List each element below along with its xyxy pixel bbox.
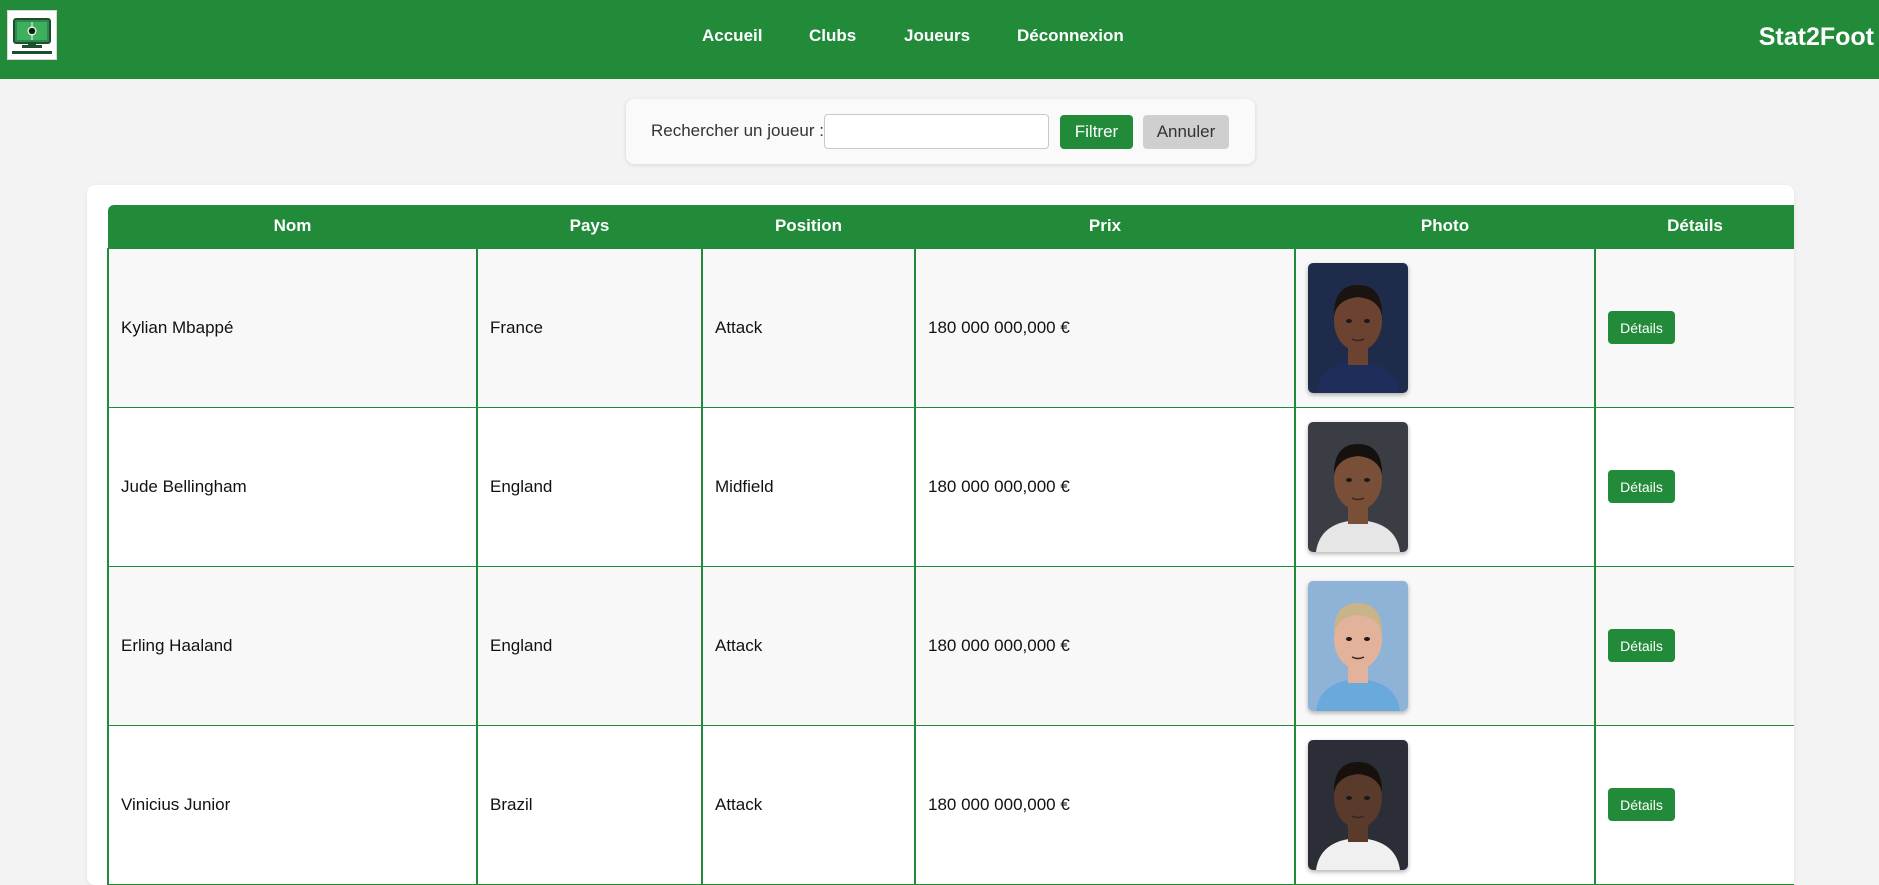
column-header-prix: Prix <box>915 205 1295 248</box>
player-country: Brazil <box>476 724 703 885</box>
main-nav: Accueil Clubs Joueurs Déconnexion <box>0 0 1879 72</box>
column-header-position: Position <box>702 205 915 248</box>
column-header-nom: Nom <box>108 205 477 248</box>
search-input[interactable] <box>824 114 1049 149</box>
player-price: 180 000 000,000 € <box>914 247 1296 408</box>
player-portrait-icon <box>1308 739 1408 870</box>
player-name: Erling Haaland <box>107 565 478 726</box>
player-name: Vinicius Junior <box>107 724 478 885</box>
search-panel: Rechercher un joueur : Filtrer Annuler <box>626 99 1255 164</box>
player-photo <box>1308 739 1408 870</box>
details-button[interactable]: Détails <box>1608 629 1675 662</box>
players-card: Nom Pays Position Prix Photo Détails Kyl… <box>87 185 1794 885</box>
player-country: France <box>476 247 703 408</box>
table-header-row: Nom Pays Position Prix Photo Détails <box>108 205 1794 248</box>
player-photo-cell <box>1294 565 1596 726</box>
player-photo-cell <box>1294 406 1596 567</box>
table-row: Kylian Mbappé France Attack 180 000 000,… <box>107 247 1794 408</box>
player-photo <box>1308 262 1408 393</box>
player-portrait-icon <box>1308 262 1408 393</box>
nav-deconnexion[interactable]: Déconnexion <box>1017 26 1124 46</box>
player-country: England <box>476 565 703 726</box>
player-portrait-icon <box>1308 580 1408 711</box>
player-name: Jude Bellingham <box>107 406 478 567</box>
column-header-photo: Photo <box>1295 205 1595 248</box>
brand-name: Stat2Foot <box>1758 23 1874 51</box>
player-portrait-icon <box>1308 421 1408 552</box>
player-country: England <box>476 406 703 567</box>
table-row: Vinicius Junior Brazil Attack 180 000 00… <box>107 724 1794 885</box>
cancel-button[interactable]: Annuler <box>1143 115 1229 149</box>
column-header-details: Détails <box>1595 205 1794 248</box>
player-photo-cell <box>1294 247 1596 408</box>
player-photo <box>1308 421 1408 552</box>
details-button[interactable]: Détails <box>1608 311 1675 344</box>
nav-clubs[interactable]: Clubs <box>809 26 856 46</box>
player-position: Attack <box>701 247 916 408</box>
player-details-cell: Détails <box>1594 406 1794 567</box>
player-details-cell: Détails <box>1594 724 1794 885</box>
details-button[interactable]: Détails <box>1608 470 1675 503</box>
table-row: Erling Haaland England Attack 180 000 00… <box>107 565 1794 726</box>
nav-accueil[interactable]: Accueil <box>702 26 762 46</box>
player-details-cell: Détails <box>1594 247 1794 408</box>
nav-joueurs[interactable]: Joueurs <box>904 26 970 46</box>
search-label: Rechercher un joueur : <box>651 121 824 140</box>
table-row: Jude Bellingham England Midfield 180 000… <box>107 406 1794 567</box>
filter-button[interactable]: Filtrer <box>1060 115 1133 149</box>
player-name: Kylian Mbappé <box>107 247 478 408</box>
details-button[interactable]: Détails <box>1608 788 1675 821</box>
top-navbar: Accueil Clubs Joueurs Déconnexion Stat2F… <box>0 0 1879 79</box>
player-price: 180 000 000,000 € <box>914 406 1296 567</box>
players-table-wrap[interactable]: Nom Pays Position Prix Photo Détails Kyl… <box>107 205 1794 885</box>
player-position: Attack <box>701 565 916 726</box>
player-position: Attack <box>701 724 916 885</box>
player-position: Midfield <box>701 406 916 567</box>
column-header-pays: Pays <box>477 205 702 248</box>
player-price: 180 000 000,000 € <box>914 724 1296 885</box>
players-table: Nom Pays Position Prix Photo Détails Kyl… <box>107 205 1794 885</box>
player-photo-cell <box>1294 724 1596 885</box>
player-price: 180 000 000,000 € <box>914 565 1296 726</box>
player-photo <box>1308 580 1408 711</box>
player-details-cell: Détails <box>1594 565 1794 726</box>
